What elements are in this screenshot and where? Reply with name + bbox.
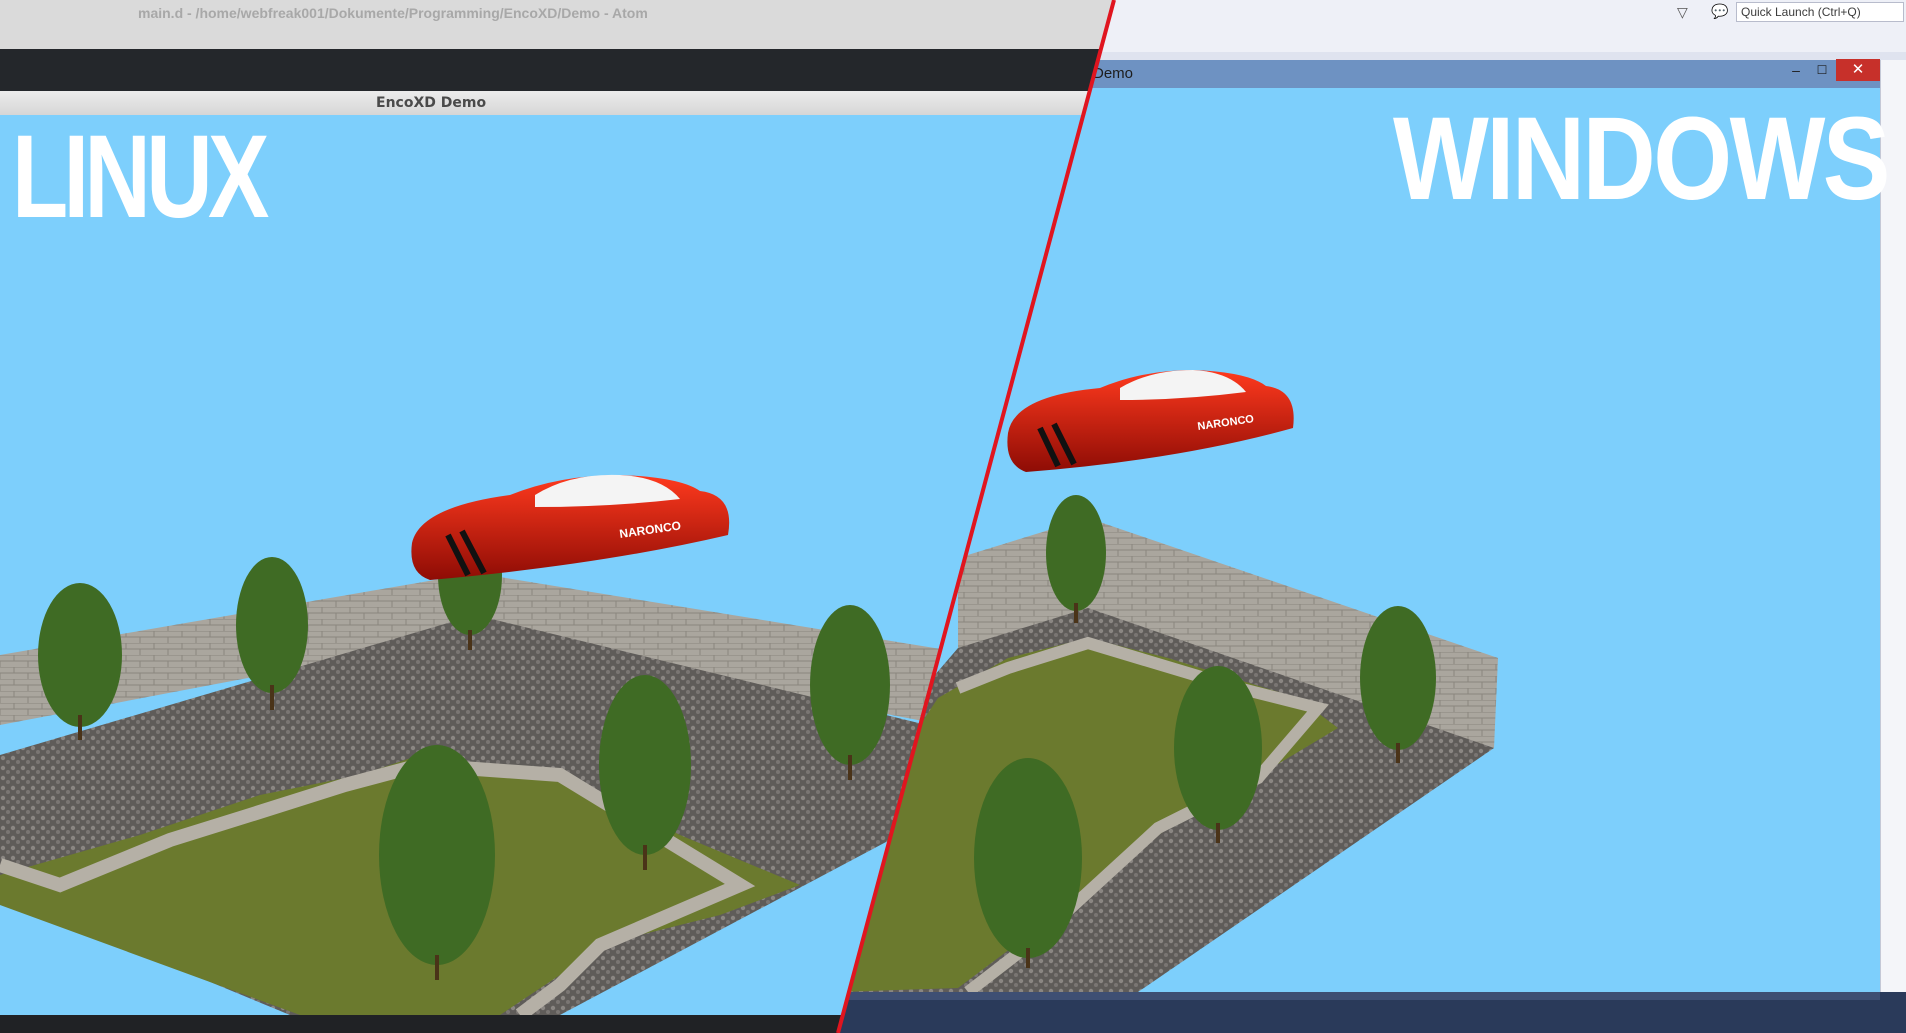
close-button[interactable]: ✕ xyxy=(1836,59,1880,81)
quick-launch-input[interactable]: Quick Launch (Ctrl+Q) xyxy=(1736,2,1904,22)
linux-window-title: EncoXD Demo xyxy=(376,95,487,111)
maximize-button[interactable]: ☐ xyxy=(1814,62,1830,78)
windows-window-title: Demo xyxy=(1093,65,1134,82)
windows-window-titlebar[interactable] xyxy=(1080,60,1880,88)
red-car: NARONCO xyxy=(411,474,730,580)
atom-window-title: main.d - /home/webfreak001/Dokumente/Pro… xyxy=(138,5,648,21)
feedback-icon[interactable]: 💬 xyxy=(1711,3,1728,20)
linux-overlay-label: LINUX xyxy=(12,111,269,243)
red-car: NARONCO xyxy=(1007,370,1294,472)
minimize-button[interactable]: – xyxy=(1788,62,1804,78)
filter-icon[interactable]: ▽ xyxy=(1677,4,1688,21)
windows-bottom-strip xyxy=(838,992,1880,1000)
windows-overlay-label: WINDOWS xyxy=(1393,93,1890,225)
